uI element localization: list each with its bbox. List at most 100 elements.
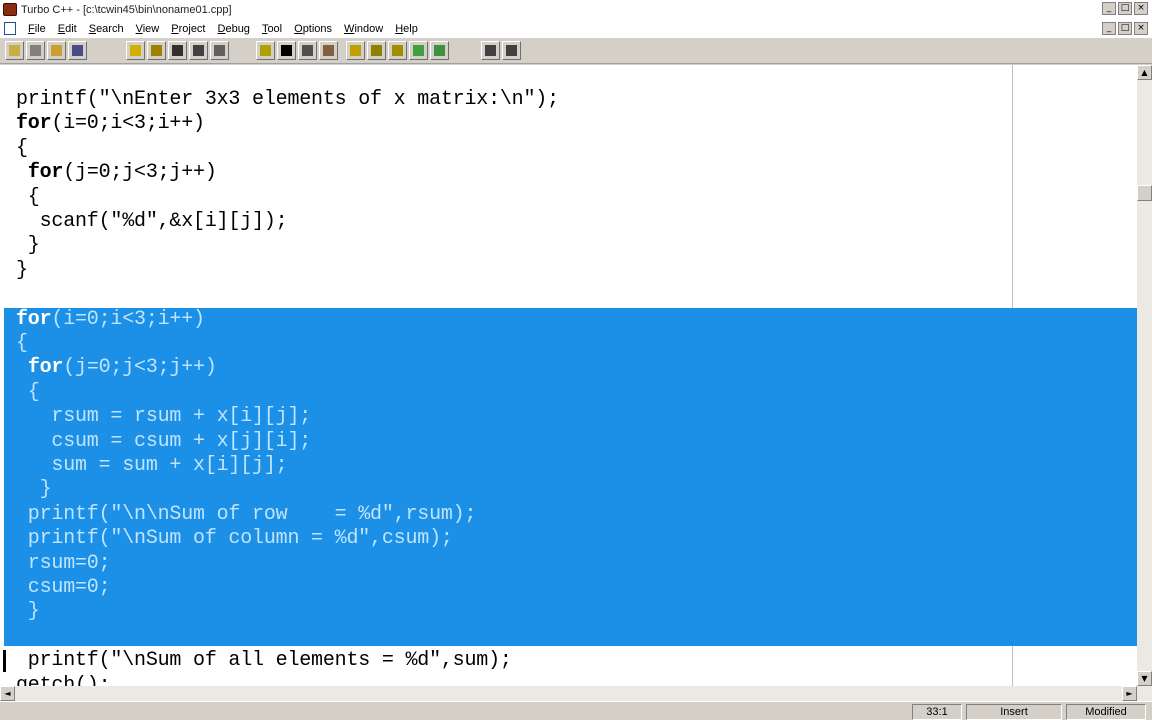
replace-button[interactable] [367,41,386,60]
selected-code-line[interactable]: for(i=0;i<3;i++) [16,308,205,332]
inspect-button[interactable] [430,41,449,60]
selected-code-line[interactable]: printf("\n\nSum of row = %d",rsum); [16,503,477,527]
save-project-icon [30,45,41,56]
doc-close-button[interactable]: × [1134,22,1148,35]
menu-edit[interactable]: Edit [52,23,83,35]
build-icon [172,45,183,56]
selected-code-line[interactable]: rsum=0; [16,552,111,576]
keyword-for: for [27,356,64,380]
menu-search[interactable]: Search [83,23,130,35]
undo-icon [260,45,271,56]
code-line[interactable]: for(j=0;j<3;j++) [16,161,217,185]
open-file-button[interactable] [47,41,66,60]
keyword-for: for [16,307,52,331]
close-button[interactable]: × [1134,2,1148,15]
menu-window[interactable]: Window [338,23,389,35]
step-icon [214,45,225,56]
minimize-button[interactable]: _ [1102,2,1116,15]
selected-code-line[interactable]: { [16,381,40,405]
open-file-icon [51,45,62,56]
menu-help[interactable]: Help [389,23,424,35]
code-line[interactable]: printf("\nSum of all elements = %d",sum)… [16,649,512,673]
keyword-for: for [27,161,64,185]
menu-project[interactable]: Project [165,23,211,35]
title-bar: Turbo C++ - [c:\tcwin45\bin\noname01.cpp… [0,0,1152,19]
selected-code-line[interactable]: csum=0; [16,576,111,600]
help-topic-icon [485,45,496,56]
save-file-icon [72,45,83,56]
search-again-icon [392,45,403,56]
horizontal-scrollbar[interactable]: ◄ ► [0,686,1152,701]
code-line[interactable]: printf("\nEnter 3x3 elements of x matrix… [16,88,559,112]
selected-code-line[interactable]: { [16,332,28,356]
search-button[interactable] [346,41,365,60]
undo-button[interactable] [256,41,275,60]
menu-debug[interactable]: Debug [212,23,256,35]
selected-code-line[interactable]: rsum = rsum + x[i][j]; [16,405,311,429]
code-line[interactable]: } [16,259,28,283]
menu-view[interactable]: View [130,23,166,35]
inspect-icon [434,45,445,56]
speedbar-toolbar [0,38,1152,64]
code-line[interactable]: scanf("%d",&x[i][j]); [16,210,288,234]
make-button[interactable] [147,41,166,60]
code-line[interactable]: { [16,186,40,210]
cursor-position: 33:1 [912,704,962,720]
code-line[interactable]: } [16,234,40,258]
paste-button[interactable] [319,41,338,60]
selected-code-line[interactable]: csum = csum + x[j][i]; [16,430,311,454]
keyword-for: for [16,112,52,136]
menu-options[interactable]: Options [288,23,338,35]
menu-bar: File Edit Search View Project Debug Tool… [0,19,1152,38]
browse-icon [413,45,424,56]
selected-code-line[interactable]: printf("\nSum of column = %d",csum); [16,527,453,551]
build-button[interactable] [168,41,187,60]
copy-button[interactable] [298,41,317,60]
replace-icon [371,45,382,56]
help-index-button[interactable] [502,41,521,60]
selected-code-line[interactable]: sum = sum + x[i][j]; [16,454,287,478]
scroll-right-icon[interactable]: ► [1122,686,1137,701]
compile-button[interactable] [126,41,145,60]
doc-minimize-button[interactable]: _ [1102,22,1116,35]
insert-mode: Insert [966,704,1062,720]
code-line[interactable]: { [16,137,28,161]
document-window-controls: _ □ × [1102,22,1148,35]
code-line[interactable]: for(i=0;i<3;i++) [16,112,205,136]
scroll-left-icon[interactable]: ◄ [0,686,15,701]
selected-code-line[interactable]: } [16,478,52,502]
run-button[interactable] [189,41,208,60]
selected-code-line[interactable]: } [16,600,40,624]
paste-icon [323,45,334,56]
menu-tool[interactable]: Tool [256,23,288,35]
window-controls: _ □ × [1102,2,1148,15]
step-button[interactable] [210,41,229,60]
browse-button[interactable] [409,41,428,60]
menu-file[interactable]: File [22,23,52,35]
turbo-cpp-window: Turbo C++ - [c:\tcwin45\bin\noname01.cpp… [0,0,1152,720]
window-title: Turbo C++ - [c:\tcwin45\bin\noname01.cpp… [21,3,232,16]
code-editor[interactable]: printf("\nEnter 3x3 elements of x matrix… [0,65,1137,686]
make-icon [151,45,162,56]
cut-icon [281,45,292,56]
document-icon[interactable] [4,22,16,35]
scroll-up-icon[interactable]: ▲ [1137,65,1152,80]
open-project-button[interactable] [5,41,24,60]
turbo-cpp-app-icon[interactable] [3,3,17,16]
status-bar: 33:1 Insert Modified [0,701,1152,720]
help-topic-button[interactable] [481,41,500,60]
save-file-button[interactable] [68,41,87,60]
selected-code-line[interactable]: for(j=0;j<3;j++) [16,356,217,380]
help-index-icon [506,45,517,56]
restore-button[interactable]: □ [1118,2,1132,15]
code-line[interactable]: getch(); [16,674,111,686]
search-again-button[interactable] [388,41,407,60]
scroll-down-icon[interactable]: ▼ [1137,671,1152,686]
doc-restore-button[interactable]: □ [1118,22,1132,35]
vertical-scrollbar[interactable]: ▲ ▼ [1137,65,1152,686]
copy-icon [302,45,313,56]
save-project-button[interactable] [26,41,45,60]
cut-button[interactable] [277,41,296,60]
vertical-scroll-thumb[interactable] [1137,185,1152,201]
open-project-icon [9,45,20,56]
